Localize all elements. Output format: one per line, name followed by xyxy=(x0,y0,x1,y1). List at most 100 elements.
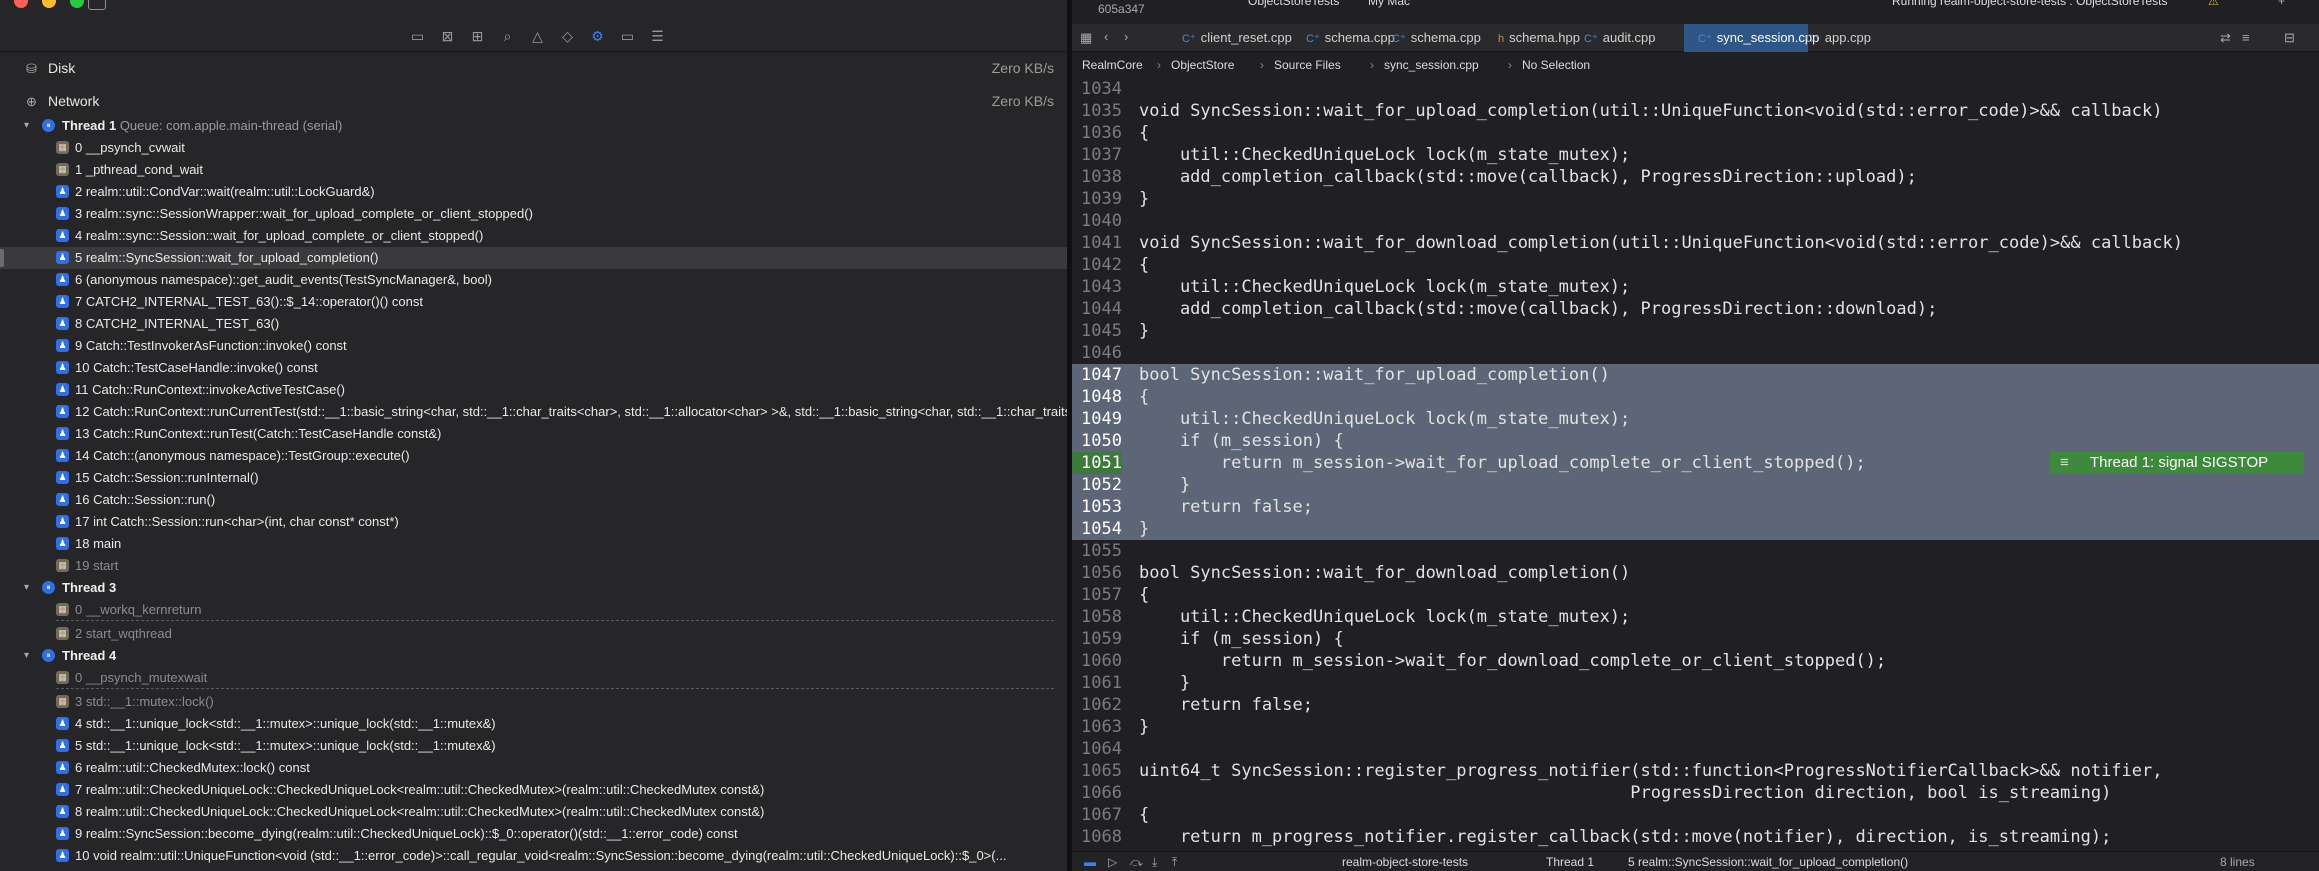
line-number[interactable]: 1052 xyxy=(1072,474,1122,496)
continue-icon[interactable]: ▷ xyxy=(1108,852,1117,871)
stack-frame-row[interactable]: ▦ 19 start xyxy=(0,555,1067,577)
line-number[interactable]: 1056 xyxy=(1072,562,1122,584)
stack-frame-row[interactable]: ♟ 4 std::__1::unique_lock<std::__1::mutex… xyxy=(0,713,1067,735)
stack-frame-row[interactable]: ▦ 0 __workq_kernreturn xyxy=(0,599,1067,621)
related-items-icon[interactable]: ⇄ xyxy=(2220,30,2231,46)
stack-frame-row[interactable]: ♟ 8 realm::util::CheckedUniqueLock::Check… xyxy=(0,801,1067,823)
line-number[interactable]: 1057 xyxy=(1072,584,1122,606)
stack-frame-row[interactable]: ▦ 0 __psynch_cvwait xyxy=(0,137,1067,159)
gauge-disk[interactable]: ⛁ Disk Zero KB/s xyxy=(0,52,1067,85)
line-number[interactable]: 1037 xyxy=(1072,144,1122,166)
thread-row[interactable]: ▾ ⏸ Thread 1 Queue: com.apple.main-thread … xyxy=(0,115,1067,137)
stack-frame-row[interactable]: ♟ 5 realm::SyncSession::wait_for_upload_c… xyxy=(0,247,1067,269)
breadcrumb-item[interactable]: RealmCore xyxy=(1082,55,1143,75)
stack-frame-row[interactable]: ♟ 15 Catch::Session::runInternal() xyxy=(0,467,1067,489)
stack-frame-row[interactable]: ♟ 6 (anonymous namespace)::get_audit_even… xyxy=(0,269,1067,291)
debug-icon[interactable]: ⚙ xyxy=(588,28,607,44)
line-number[interactable]: 1059 xyxy=(1072,628,1122,650)
line-number[interactable]: 1036 xyxy=(1072,122,1122,144)
gauge-network[interactable]: ⊕ Network Zero KB/s xyxy=(0,85,1067,118)
test-icon[interactable]: ◇ xyxy=(558,28,577,44)
status-target[interactable]: realm-object-store-tests xyxy=(1342,852,1468,871)
stack-frame-row[interactable]: ♟ 14 Catch::(anonymous namespace)::TestGr… xyxy=(0,445,1067,467)
stack-frame-row[interactable]: ♟ 16 Catch::Session::run() xyxy=(0,489,1067,511)
disclosure-triangle-icon[interactable]: ▾ xyxy=(24,577,29,599)
stack-frame-row[interactable]: ♟ 11 Catch::RunContext::invokeActiveTestC… xyxy=(0,379,1067,401)
thread-row[interactable]: ▾ ⏸ Thread 3 xyxy=(0,577,1067,599)
line-number[interactable]: 1067 xyxy=(1072,804,1122,826)
stack-frame-row[interactable]: ♟ 9 Catch::TestInvokerAsFunction::invoke(… xyxy=(0,335,1067,357)
line-number[interactable]: 1051 xyxy=(1072,452,1122,474)
grid-icon[interactable]: ▦ xyxy=(1080,30,1092,46)
thread-row[interactable]: ▾ ⏸ Thread 4 xyxy=(0,645,1067,667)
line-number[interactable]: 1064 xyxy=(1072,738,1122,760)
line-number[interactable]: 1042 xyxy=(1072,254,1122,276)
line-number[interactable]: 1040 xyxy=(1072,210,1122,232)
line-number[interactable]: 1061 xyxy=(1072,672,1122,694)
line-number[interactable]: 1044 xyxy=(1072,298,1122,320)
stack-frame-row[interactable]: ♟ 5 std::__1::unique_lock<std::__1::mutex… xyxy=(0,735,1067,757)
line-number[interactable]: 1035 xyxy=(1072,100,1122,122)
stack-frame-row[interactable]: ♟ 4 realm::sync::Session::wait_for_upload… xyxy=(0,225,1067,247)
line-number[interactable]: 1049 xyxy=(1072,408,1122,430)
stack-frame-row[interactable]: ♟ 7 CATCH2_INTERNAL_TEST_63()::$_14::oper… xyxy=(0,291,1067,313)
line-number[interactable]: 1058 xyxy=(1072,606,1122,628)
warning-icon[interactable]: ⚠ xyxy=(2208,0,2219,8)
line-number[interactable]: 1055 xyxy=(1072,540,1122,562)
folder-icon[interactable]: ▭ xyxy=(408,28,427,44)
line-number[interactable]: 1038 xyxy=(1072,166,1122,188)
editor-options-icon[interactable]: ≡ xyxy=(2242,30,2250,45)
tab-app-cpp[interactable]: C⁺ app.cpp xyxy=(1792,24,1896,52)
line-number[interactable]: 1041 xyxy=(1072,232,1122,254)
debug-toggle-icon[interactable]: ▬ xyxy=(1084,852,1096,871)
destination-selector[interactable]: My Mac xyxy=(1368,0,1410,8)
stack-frame-row[interactable]: ▦ 0 __psynch_mutexwait xyxy=(0,667,1067,689)
report-icon[interactable]: ☰ xyxy=(648,28,667,44)
back-icon[interactable]: ‹ xyxy=(1104,29,1108,44)
step-out-icon[interactable]: ⤒ xyxy=(1172,852,1177,871)
stack-frame-row[interactable]: ♟ 17 int Catch::Session::run<char>(int, c… xyxy=(0,511,1067,533)
line-number[interactable]: 1043 xyxy=(1072,276,1122,298)
tab-audit-cpp[interactable]: C⁺ audit.cpp xyxy=(1570,24,1700,52)
stack-frame-row[interactable]: ♟ 10 void realm::util::UniqueFunction<voi… xyxy=(0,845,1067,867)
find-icon[interactable]: ⌕ xyxy=(498,28,517,44)
status-thread[interactable]: Thread 1 xyxy=(1546,852,1594,871)
disclosure-triangle-icon[interactable]: ▾ xyxy=(24,115,29,137)
line-number[interactable]: 1034 xyxy=(1072,78,1122,100)
code-editor[interactable]: 1034 1035 void SyncSession::wait_for_uploa… xyxy=(1072,78,2319,851)
stack-frame-row[interactable]: ♟ 13 Catch::RunContext::runTest(Catch::Te… xyxy=(0,423,1067,445)
breakpoint-icon[interactable]: ▭ xyxy=(618,28,637,44)
stack-frame-row[interactable]: ♟ 8 CATCH2_INTERNAL_TEST_63() xyxy=(0,313,1067,335)
tab-schema-cpp[interactable]: C⁺ schema.cpp xyxy=(1378,24,1500,52)
line-number[interactable]: 1045 xyxy=(1072,320,1122,342)
line-number[interactable]: 1065 xyxy=(1072,760,1122,782)
close-window-button[interactable] xyxy=(14,0,28,8)
zoom-window-button[interactable] xyxy=(70,0,84,8)
breadcrumb-item[interactable]: ObjectStore xyxy=(1171,55,1234,75)
sidebar-toggle-icon[interactable] xyxy=(88,0,106,10)
stack-frame-row[interactable]: ♟ 12 Catch::RunContext::runCurrentTest(st… xyxy=(0,401,1067,423)
breadcrumb-item[interactable]: sync_session.cpp xyxy=(1384,55,1479,75)
line-number[interactable]: 1053 xyxy=(1072,496,1122,518)
line-number[interactable]: 1060 xyxy=(1072,650,1122,672)
issue-icon[interactable]: △ xyxy=(528,28,547,44)
stack-frame-row[interactable]: ♟ 18 main xyxy=(0,533,1067,555)
line-number[interactable]: 1047 xyxy=(1072,364,1122,386)
stack-frame-row[interactable]: ♟ 7 realm::util::CheckedUniqueLock::Check… xyxy=(0,779,1067,801)
line-number[interactable]: 1063 xyxy=(1072,716,1122,738)
minimize-window-button[interactable] xyxy=(42,0,56,8)
line-number[interactable]: 1046 xyxy=(1072,342,1122,364)
tab-sync-session-cpp[interactable]: C⁺ sync_session.cpp xyxy=(1684,24,1819,52)
line-number[interactable]: 1050 xyxy=(1072,430,1122,452)
step-over-icon[interactable]: ⤼ xyxy=(1130,852,1143,871)
line-number[interactable]: 1066 xyxy=(1072,782,1122,804)
breadcrumb-item[interactable]: No Selection xyxy=(1522,55,1590,75)
line-number[interactable]: 1039 xyxy=(1072,188,1122,210)
line-number[interactable]: 1048 xyxy=(1072,386,1122,408)
add-icon[interactable]: + xyxy=(2278,0,2285,8)
stack-frame-row[interactable]: ♟ 2 realm::util::CondVar::wait(realm::uti… xyxy=(0,181,1067,203)
stack-frame-row[interactable]: ♟ 6 realm::util::CheckedMutex::lock() con… xyxy=(0,757,1067,779)
stack-frame-row[interactable]: ▦ 2 start_wqthread xyxy=(0,623,1067,645)
tab-client-reset-cpp[interactable]: C⁺ client_reset.cpp xyxy=(1168,24,1308,52)
line-number[interactable]: 1062 xyxy=(1072,694,1122,716)
